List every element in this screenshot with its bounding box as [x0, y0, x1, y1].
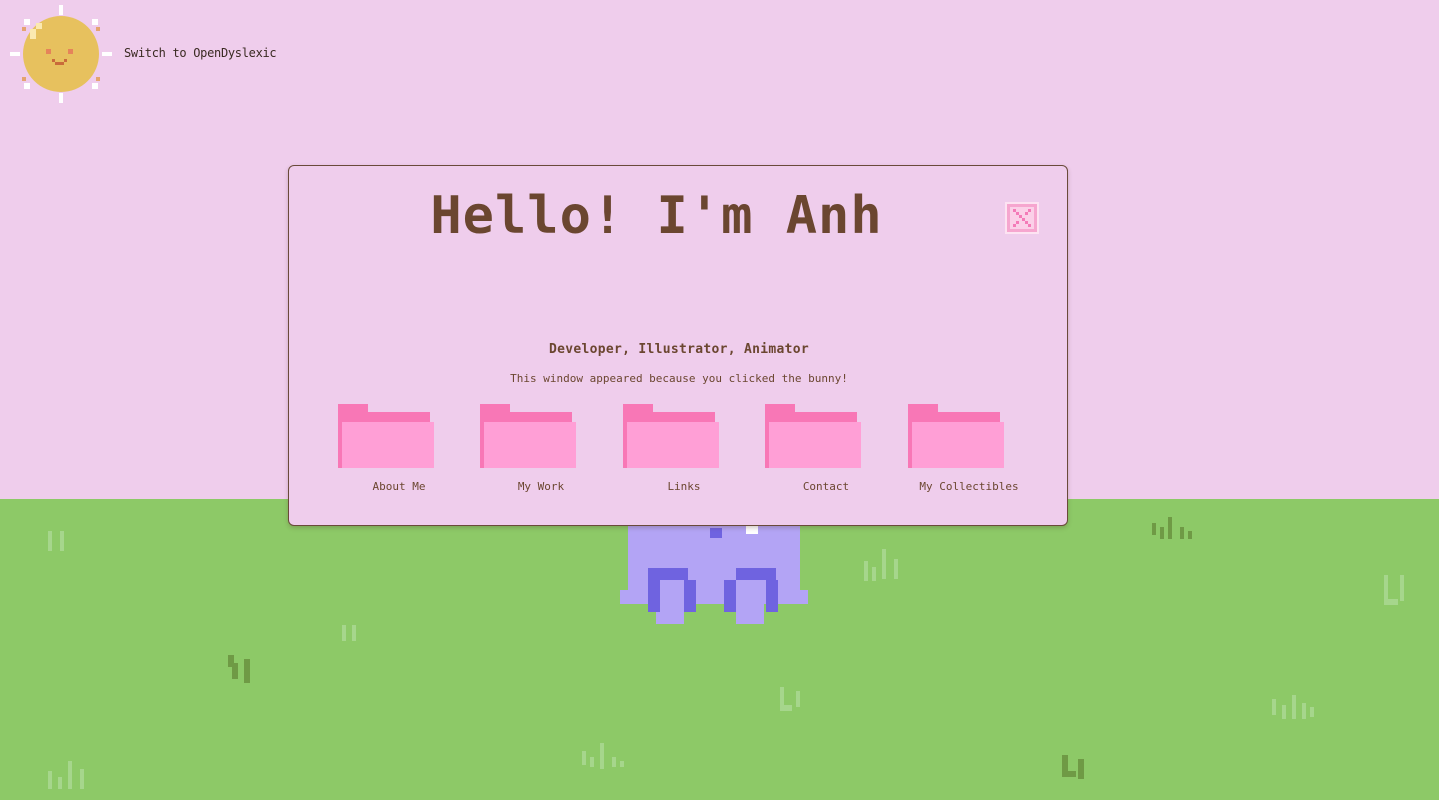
folder-icon	[480, 404, 576, 468]
folder-my-collectibles[interactable]: My Collectibles	[904, 404, 1034, 504]
window-note: This window appeared because you clicked…	[510, 372, 848, 385]
intro-window: Hello! I'm Anh Developer, Illustrator, A…	[288, 165, 1068, 526]
folder-links[interactable]: Links	[619, 404, 749, 504]
close-icon	[1005, 202, 1039, 234]
window-subtitle: Developer, Illustrator, Animator	[548, 342, 810, 357]
folder-label: Contact	[802, 480, 850, 493]
close-button[interactable]	[1005, 202, 1039, 234]
grass-tuft	[228, 655, 250, 683]
grass-tuft	[864, 549, 898, 581]
grass-tuft	[582, 743, 624, 769]
folder-label: About Me	[372, 480, 426, 493]
folder-icon	[908, 404, 1004, 468]
grass-tuft	[48, 531, 64, 551]
grass-tuft	[1152, 517, 1192, 539]
grass-tuft	[780, 687, 800, 711]
sun-face-icon[interactable]	[10, 5, 112, 103]
folder-about-me[interactable]: About Me	[334, 404, 464, 504]
folder-icon	[338, 404, 434, 468]
folder-icon	[765, 404, 861, 468]
grass-tuft	[1384, 575, 1404, 605]
window-title: Hello! I'm Anh	[430, 186, 883, 246]
grass-tuft	[342, 625, 356, 641]
folder-label: Links	[667, 480, 701, 493]
folder-contact[interactable]: Contact	[761, 404, 891, 504]
folder-my-work[interactable]: My Work	[476, 404, 606, 504]
grass-tuft	[1272, 695, 1314, 719]
folder-label: My Work	[517, 480, 565, 493]
folder-icon	[623, 404, 719, 468]
font-toggle-button[interactable]: Switch to OpenDyslexic	[124, 46, 277, 60]
folder-label: My Collectibles	[919, 480, 1019, 493]
grass-tuft	[48, 761, 84, 789]
grass-tuft	[1062, 755, 1084, 779]
